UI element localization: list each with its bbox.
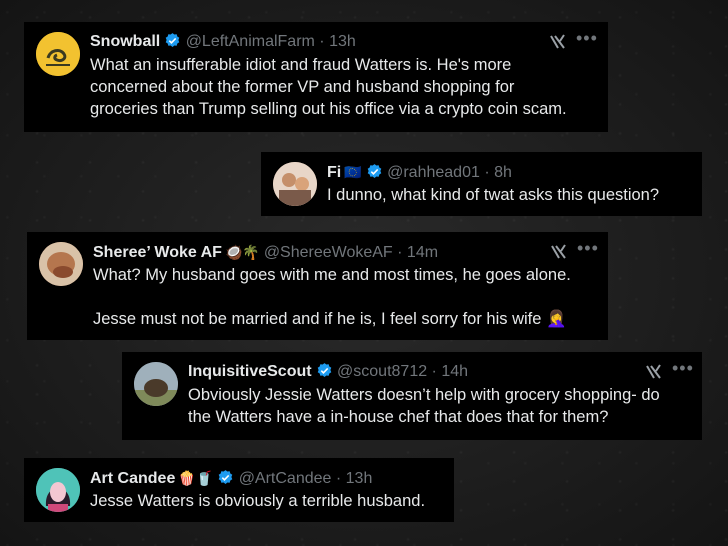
verified-badge-icon: [218, 470, 233, 484]
display-name[interactable]: Art Candee: [90, 470, 175, 487]
name-emoji: 🍿🥤: [178, 470, 214, 486]
tweet-header: Art Candee 🍿🥤 @ArtCandee · 13h: [90, 468, 372, 489]
gadsden-flag-icon: [36, 32, 80, 76]
timestamp[interactable]: 14h: [441, 363, 468, 380]
tweet-text: I dunno, what kind of twat asks this que…: [327, 186, 660, 204]
separator: ·: [479, 164, 495, 181]
cartoon-avatar-icon: [36, 468, 80, 512]
tweet-header: Fi 🇪🇺 @rahhead01 · 8h: [327, 162, 512, 183]
verified-badge-icon: [367, 164, 381, 178]
more-options-icon[interactable]: •••: [672, 358, 694, 379]
grok-icon[interactable]: [548, 32, 568, 52]
tweet-card[interactable]: Sheree’ Woke AF 🥥🌴 @ShereeWokeAF · 14m •••…: [27, 232, 608, 340]
tweet-text: What? My husband goes with me and most t…: [93, 266, 571, 328]
display-name[interactable]: Sheree’ Woke AF: [93, 244, 222, 261]
verified-badge-icon: [165, 33, 180, 47]
user-handle[interactable]: @ShereeWokeAF: [264, 244, 393, 261]
separator: ·: [392, 244, 407, 261]
avatar[interactable]: [273, 162, 317, 206]
display-name[interactable]: Snowball: [90, 33, 160, 50]
avatar[interactable]: [39, 242, 83, 286]
name-emoji: 🥥🌴: [224, 244, 260, 260]
user-handle[interactable]: @ArtCandee: [239, 470, 332, 487]
display-name[interactable]: InquisitiveScout: [188, 363, 312, 380]
user-handle[interactable]: @LeftAnimalFarm: [186, 33, 315, 50]
profile-photo-icon: [39, 242, 83, 286]
timestamp[interactable]: 14m: [407, 244, 438, 261]
timestamp[interactable]: 8h: [494, 164, 512, 181]
verified-badge-icon: [317, 363, 331, 377]
more-options-icon[interactable]: •••: [577, 238, 599, 259]
avatar[interactable]: [36, 468, 80, 512]
user-handle[interactable]: @rahhead01: [387, 164, 480, 181]
separator: ·: [427, 363, 442, 380]
name-emoji: 🇪🇺: [344, 164, 362, 180]
tweet-header: InquisitiveScout @scout8712 · 14h: [188, 362, 468, 382]
tweet-card[interactable]: Fi 🇪🇺 @rahhead01 · 8h I dunno, what kind …: [261, 152, 702, 216]
tweet-text: What an insufferable idiot and fraud Wat…: [90, 56, 567, 118]
more-options-icon[interactable]: •••: [576, 28, 598, 49]
tweet-card[interactable]: Art Candee 🍿🥤 @ArtCandee · 13h Jesse Watt…: [24, 458, 454, 522]
avatar[interactable]: [134, 362, 178, 406]
avatar[interactable]: [36, 32, 80, 76]
tweet-header: Snowball @LeftAnimalFarm · 13h: [90, 32, 356, 52]
tweet-header: Sheree’ Woke AF 🥥🌴 @ShereeWokeAF · 14m: [93, 242, 438, 263]
grok-icon[interactable]: [644, 362, 664, 382]
separator: ·: [314, 33, 330, 50]
separator: ·: [331, 470, 346, 487]
grok-icon[interactable]: [549, 242, 569, 262]
tweet-text: Obviously Jessie Watters doesn’t help wi…: [188, 386, 660, 426]
tweet-card[interactable]: Snowball @LeftAnimalFarm · 13h ••• What …: [24, 22, 608, 132]
timestamp[interactable]: 13h: [346, 470, 373, 487]
profile-photo-icon: [273, 162, 317, 206]
tweet-text: Jesse Watters is obviously a terrible hu…: [90, 492, 426, 510]
timestamp[interactable]: 13h: [329, 33, 356, 50]
display-name[interactable]: Fi: [327, 164, 341, 181]
user-handle[interactable]: @scout8712: [337, 363, 427, 380]
bison-photo-icon: [134, 362, 178, 406]
tweet-card[interactable]: InquisitiveScout @scout8712 · 14h ••• Ob…: [122, 352, 702, 440]
